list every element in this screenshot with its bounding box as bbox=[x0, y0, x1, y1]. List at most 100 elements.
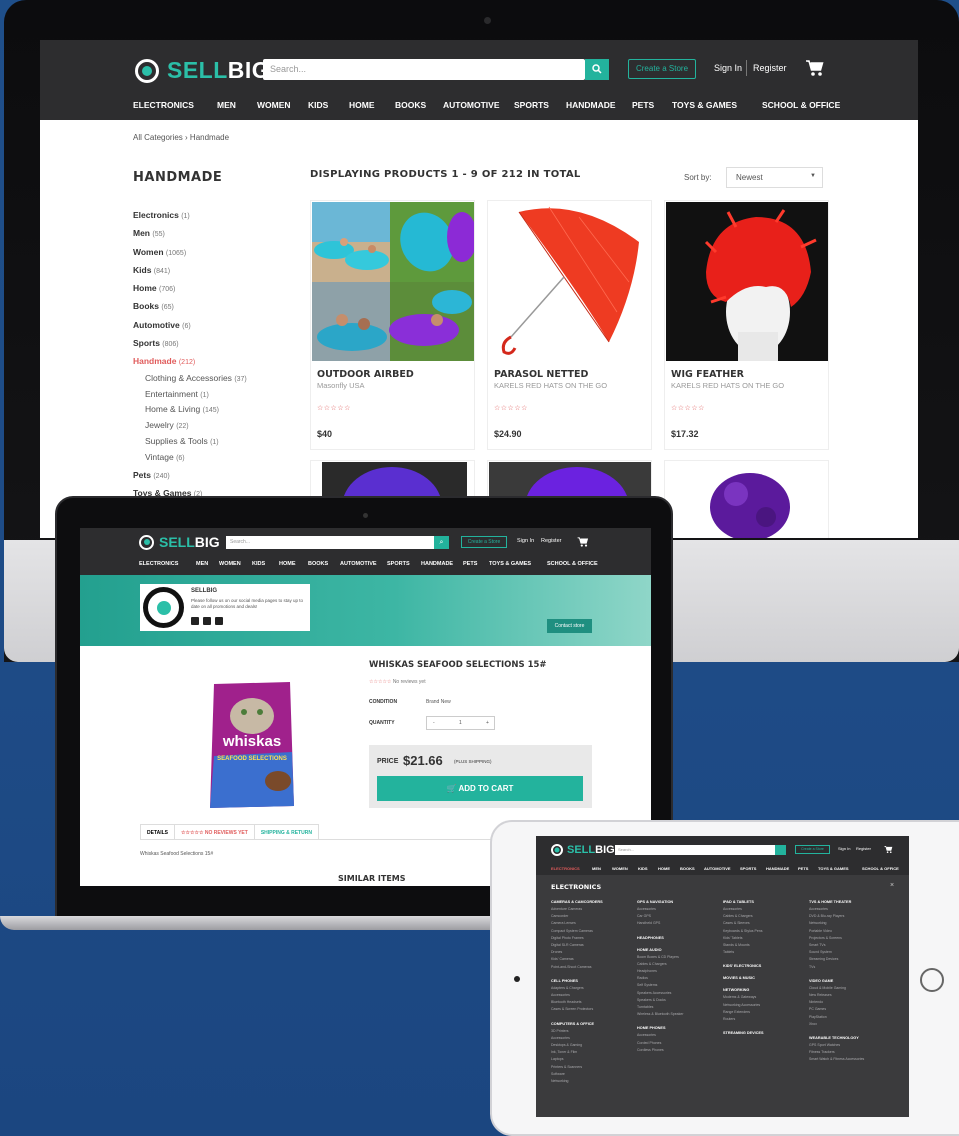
product-card-airbed[interactable]: OUTDOOR AIRBED Masonfly USA ☆☆☆☆☆ $40 bbox=[310, 200, 475, 450]
breadcrumb[interactable]: All Categories › Handmade bbox=[133, 133, 229, 142]
mega-menu-link[interactable]: Speakers Accessories bbox=[637, 990, 722, 997]
mega-menu-link[interactable]: Ink, Toner & Film bbox=[551, 1049, 636, 1056]
mega-menu-heading[interactable]: HEADPHONES bbox=[637, 936, 722, 940]
nav-handmade[interactable]: HANDMADE bbox=[766, 866, 789, 871]
mega-menu-link[interactable]: Bluetooth Headsets bbox=[551, 999, 636, 1006]
nav-men[interactable]: MEN bbox=[196, 561, 208, 567]
mega-menu-link[interactable]: Corded Phones bbox=[637, 1040, 722, 1047]
sidebar-item-home[interactable]: Home (706) bbox=[133, 279, 283, 297]
nav-electronics[interactable]: ELECTRONICS bbox=[551, 866, 580, 871]
mega-menu-link[interactable]: Turntables bbox=[637, 1004, 722, 1011]
mega-menu-link[interactable]: Projectors & Screens bbox=[809, 935, 894, 942]
mega-menu-link[interactable]: Accessories bbox=[637, 1032, 722, 1039]
mega-menu-link[interactable]: Stands & Mounts bbox=[723, 942, 808, 949]
sidebar-item-kids[interactable]: Kids (841) bbox=[133, 261, 283, 279]
sellbig-logo[interactable]: SELL BIG bbox=[139, 534, 220, 550]
sidebar-subitem-home-living[interactable]: Home & Living (145) bbox=[133, 402, 283, 418]
mega-menu-link[interactable]: Printers & Scanners bbox=[551, 1064, 636, 1071]
mega-menu-link[interactable]: Routers bbox=[723, 1016, 808, 1023]
mega-menu-link[interactable]: Smart Watch & Fitness Accessories bbox=[809, 1056, 894, 1063]
mega-menu-link[interactable]: Compact System Cameras bbox=[551, 928, 636, 935]
mega-menu-link[interactable]: Networking Accessories bbox=[723, 1002, 808, 1009]
mega-menu-heading[interactable]: CELL PHONES bbox=[551, 979, 636, 983]
nav-electronics[interactable]: ELECTRONICS bbox=[139, 561, 178, 567]
mega-menu-link[interactable]: DVD & Blu-ray Players bbox=[809, 913, 894, 920]
mega-menu-link[interactable]: Xbox bbox=[809, 1021, 894, 1028]
mega-menu-heading[interactable]: MOVIES & MUSIC bbox=[723, 976, 808, 980]
mega-menu-link[interactable]: Cloud & Mobile Gaming bbox=[809, 985, 894, 992]
mega-menu-heading[interactable]: GPS & NAVIGATION bbox=[637, 900, 722, 904]
quantity-increment[interactable]: + bbox=[486, 720, 489, 726]
mega-menu-link[interactable]: Streaming Devices bbox=[809, 956, 894, 963]
mega-menu-link[interactable]: Boom Boxes & CD Players bbox=[637, 954, 722, 961]
sidebar-subitem-supplies[interactable]: Supplies & Tools (1) bbox=[133, 434, 283, 450]
product-seller[interactable]: Masonfly USA bbox=[317, 381, 365, 390]
sidebar-subitem-jewelry[interactable]: Jewelry (22) bbox=[133, 418, 283, 434]
register-link[interactable]: Register bbox=[541, 538, 561, 544]
sign-in-link[interactable]: Sign In bbox=[714, 63, 742, 73]
mega-menu-link[interactable]: Networking bbox=[551, 1078, 636, 1085]
close-icon[interactable]: × bbox=[890, 882, 894, 889]
tab-reviews[interactable]: ☆☆☆☆☆ NO REVIEWS YET bbox=[174, 824, 255, 839]
sidebar-item-sports[interactable]: Sports (806) bbox=[133, 334, 283, 352]
create-store-button[interactable]: Create a Store bbox=[461, 536, 507, 548]
nav-sports[interactable]: SPORTS bbox=[387, 561, 410, 567]
mega-menu-heading[interactable]: COMPUTERS & OFFICE bbox=[551, 1022, 636, 1026]
mega-menu-link[interactable]: Camcorder bbox=[551, 913, 636, 920]
mega-menu-heading[interactable]: IPAD & TABLETS bbox=[723, 900, 808, 904]
mega-menu-link[interactable]: Accessories bbox=[637, 906, 722, 913]
mega-menu-heading[interactable]: NETWORKING bbox=[723, 988, 808, 992]
mega-menu-link[interactable]: Wireless & Bluetooth Speaker bbox=[637, 1011, 722, 1018]
sellbig-logo[interactable]: SELL BIG bbox=[551, 844, 615, 856]
mega-menu-link[interactable]: Drones bbox=[551, 949, 636, 956]
mega-menu-link[interactable]: Networking bbox=[809, 920, 894, 927]
sign-in-link[interactable]: Sign In bbox=[838, 846, 850, 851]
mega-menu-link[interactable]: Digital Photo Frames bbox=[551, 935, 636, 942]
mega-menu-link[interactable]: Software bbox=[551, 1071, 636, 1078]
nav-home[interactable]: HOME bbox=[279, 561, 296, 567]
nav-kids[interactable]: KIDS bbox=[638, 866, 648, 871]
search-button[interactable] bbox=[585, 59, 609, 80]
nav-men[interactable]: MEN bbox=[217, 100, 236, 110]
nav-automotive[interactable]: AUTOMOTIVE bbox=[340, 561, 377, 567]
search-input[interactable]: Search... bbox=[263, 59, 585, 80]
mega-menu-link[interactable]: Speakers & Docks bbox=[637, 997, 722, 1004]
nav-home[interactable]: HOME bbox=[349, 100, 375, 110]
sidebar-item-books[interactable]: Books (65) bbox=[133, 297, 283, 315]
register-link[interactable]: Register bbox=[856, 846, 871, 851]
create-store-button[interactable]: Create a Store bbox=[795, 845, 830, 854]
nav-men[interactable]: MEN bbox=[592, 866, 601, 871]
nav-electronics[interactable]: ELECTRONICS bbox=[133, 100, 194, 110]
product-seller[interactable]: KARELS RED HATS ON THE GO bbox=[671, 381, 784, 390]
mega-menu-link[interactable]: Self Systems bbox=[637, 982, 722, 989]
nav-school-office[interactable]: SCHOOL & OFFICE bbox=[762, 100, 840, 110]
contact-store-button[interactable]: Contact store bbox=[547, 619, 592, 633]
sort-select[interactable]: Newest ▼ bbox=[726, 167, 823, 188]
nav-pets[interactable]: PETS bbox=[798, 866, 808, 871]
mega-menu-link[interactable]: Range Extenders bbox=[723, 1009, 808, 1016]
mega-menu-heading[interactable]: WEARABLE TECHNOLOGY bbox=[809, 1036, 894, 1040]
product-image-parasol[interactable] bbox=[489, 202, 651, 361]
mega-menu-link[interactable]: Smart TVs bbox=[809, 942, 894, 949]
mega-menu-link[interactable]: Point-and-Shoot Cameras bbox=[551, 964, 636, 971]
mega-menu-link[interactable]: Camera Lenses bbox=[551, 920, 636, 927]
nav-kids[interactable]: KIDS bbox=[308, 100, 328, 110]
nav-women[interactable]: WOMEN bbox=[612, 866, 628, 871]
mega-menu-link[interactable]: Cables & Chargers bbox=[637, 961, 722, 968]
sidebar-item-women[interactable]: Women (1065) bbox=[133, 243, 283, 261]
sign-in-link[interactable]: Sign In bbox=[517, 538, 534, 544]
nav-toys-games[interactable]: TOYS & GAMES bbox=[818, 866, 849, 871]
sellbig-logo[interactable]: SELLBIG® bbox=[135, 57, 277, 84]
facebook-icon[interactable] bbox=[191, 617, 199, 625]
mega-menu-link[interactable]: Sound System bbox=[809, 949, 894, 956]
product-image-wig[interactable] bbox=[666, 202, 828, 361]
nav-pets[interactable]: PETS bbox=[463, 561, 477, 567]
create-store-button[interactable]: Create a Store bbox=[628, 59, 696, 79]
nav-books[interactable]: BOOKS bbox=[308, 561, 328, 567]
mega-menu-link[interactable]: New Releases bbox=[809, 992, 894, 999]
product-card-purple-3[interactable] bbox=[664, 460, 829, 538]
quantity-value[interactable]: 1 bbox=[459, 720, 462, 726]
nav-handmade[interactable]: HANDMADE bbox=[421, 561, 453, 567]
nav-pets[interactable]: PETS bbox=[632, 100, 654, 110]
sidebar-item-automotive[interactable]: Automotive (6) bbox=[133, 316, 283, 334]
